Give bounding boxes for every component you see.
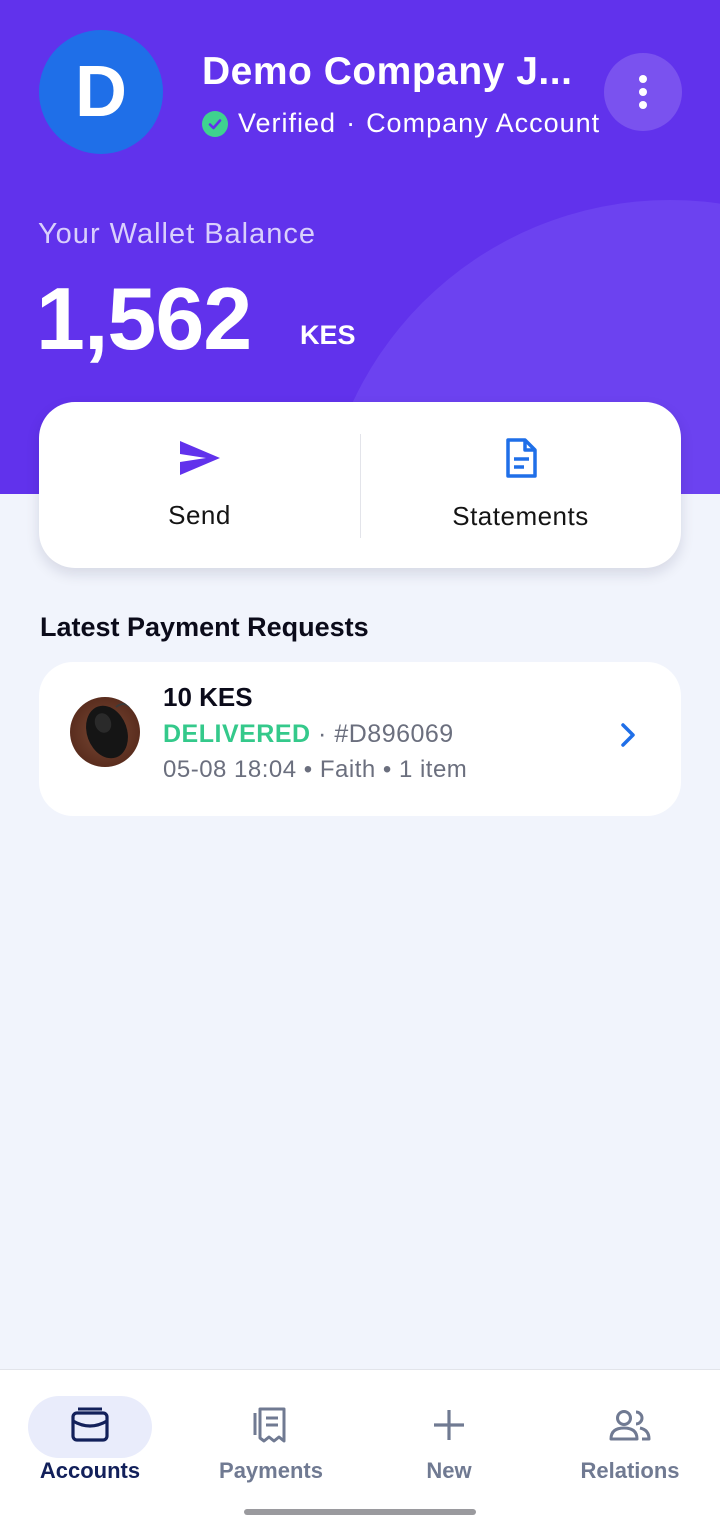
nav-relations[interactable]: Relations [545,1396,715,1486]
people-icon [608,1407,652,1448]
product-thumbnail [70,697,140,767]
check-circle-icon [202,110,228,137]
document-icon [504,438,538,483]
request-meta: 05-08 18:04 • Faith • 1 item [163,756,468,783]
send-icon [178,439,222,482]
chevron-right-icon [617,720,639,750]
nav-label-payments: Payments [219,1458,323,1483]
more-vertical-icon [639,75,647,83]
status-separator: · [318,720,327,748]
nav-payments[interactable]: Payments [186,1396,356,1486]
send-label: Send [168,500,231,530]
nav-new[interactable]: New [364,1396,534,1486]
company-name: Demo Company J... [202,50,573,93]
request-id: #D896069 [334,720,454,748]
balance-amount: 1,562 [36,269,252,368]
section-title: Latest Payment Requests [40,612,369,642]
nav-label-new: New [426,1458,472,1483]
statements-label: Statements [452,501,589,531]
more-options-button[interactable] [604,53,682,131]
nav-label-accounts: Accounts [39,1458,141,1483]
balance-label: Your Wallet Balance [38,218,317,250]
avatar-letter: D [75,52,127,132]
verified-separator: · [346,108,357,138]
status-badge: DELIVERED [163,720,311,748]
wallet-icon [70,1407,110,1448]
statements-button[interactable]: Statements [360,402,681,568]
receipt-icon [251,1405,291,1450]
request-amount: 10 KES [163,682,253,712]
send-button[interactable]: Send [39,402,360,568]
payment-request-item[interactable]: 10 KES DELIVERED · #D896069 05-08 18:04 … [39,662,681,816]
bottom-navigation: Accounts Payments New Relations [0,1369,720,1527]
verification-status: Verified · Company Account [202,108,600,139]
verified-label: Verified [238,108,337,138]
quick-actions-card: Send Statements [39,402,681,568]
plus-icon [431,1407,467,1448]
balance-currency: KES [300,320,356,350]
account-type: Company Account [366,108,601,138]
home-indicator [244,1509,476,1515]
request-status-row: DELIVERED · #D896069 [163,720,454,749]
nav-label-relations: Relations [580,1458,680,1483]
company-avatar[interactable]: D [39,30,163,154]
nav-accounts[interactable]: Accounts [5,1396,175,1486]
